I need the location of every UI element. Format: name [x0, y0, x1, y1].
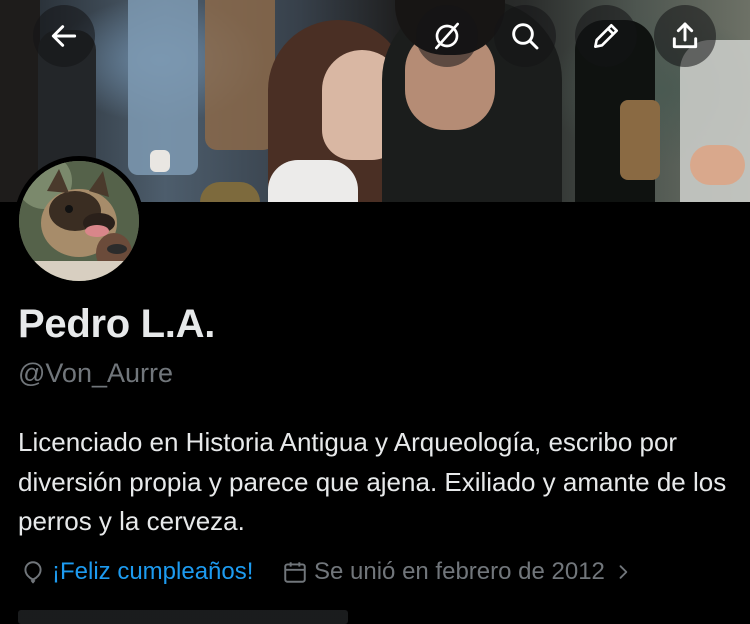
dog-avatar-image [19, 161, 139, 281]
back-button[interactable] [33, 5, 95, 67]
pencil-icon [594, 24, 618, 48]
calendar-icon [284, 562, 306, 583]
profile-handle: @Von_Aurre [18, 358, 173, 388]
search-button[interactable] [494, 5, 556, 67]
share-button[interactable] [654, 5, 716, 67]
balloon-icon [24, 561, 42, 584]
grok-button[interactable] [416, 5, 478, 67]
avatar[interactable] [19, 161, 139, 281]
following-counts-row-cutoff [18, 610, 348, 624]
share-icon [672, 22, 698, 49]
back-arrow-icon [51, 25, 77, 47]
birthday-item: ¡Feliz cumpleaños! [20, 554, 253, 590]
grok-icon [435, 22, 459, 50]
joined-date-item[interactable]: Se unió en febrero de 2012 [282, 554, 639, 590]
chevron-right-icon [619, 565, 628, 579]
profile-name: Pedro L.A. [18, 302, 216, 346]
edit-button[interactable] [575, 5, 637, 67]
joined-text: Se unió en febrero de 2012 [314, 558, 605, 585]
birthday-text[interactable]: ¡Feliz cumpleaños! [52, 558, 253, 586]
search-icon [512, 23, 539, 50]
profile-bio: Licenciado en Historia Antigua y Arqueol… [18, 427, 727, 536]
